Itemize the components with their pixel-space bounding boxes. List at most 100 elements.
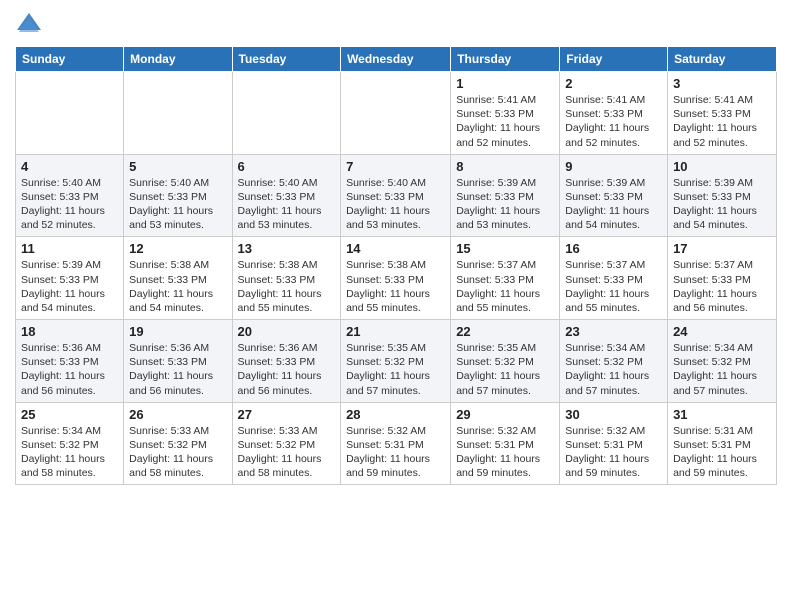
day-info: Sunrise: 5:38 AM Sunset: 5:33 PM Dayligh…: [238, 258, 336, 315]
day-number: 19: [129, 324, 226, 339]
day-info: Sunrise: 5:34 AM Sunset: 5:32 PM Dayligh…: [565, 341, 662, 398]
day-info: Sunrise: 5:35 AM Sunset: 5:32 PM Dayligh…: [346, 341, 445, 398]
day-number: 16: [565, 241, 662, 256]
day-number: 11: [21, 241, 118, 256]
day-number: 23: [565, 324, 662, 339]
day-info: Sunrise: 5:36 AM Sunset: 5:33 PM Dayligh…: [21, 341, 118, 398]
day-number: 15: [456, 241, 554, 256]
calendar-cell: 2 Sunrise: 5:41 AM Sunset: 5:33 PM Daylig…: [560, 72, 668, 155]
calendar-week-row-4: 18 Sunrise: 5:36 AM Sunset: 5:33 PM Dayli…: [16, 320, 777, 403]
calendar-week-row-3: 11Sunrise: 5:39 AM Sunset: 5:33 PM Dayli…: [16, 237, 777, 320]
day-number: 9: [565, 159, 662, 174]
day-info: Sunrise: 5:41 AM Sunset: 5:33 PM Dayligh…: [565, 93, 662, 150]
calendar-cell: [341, 72, 451, 155]
day-info: Sunrise: 5:33 AM Sunset: 5:32 PM Dayligh…: [238, 424, 336, 481]
day-info: Sunrise: 5:33 AM Sunset: 5:32 PM Dayligh…: [129, 424, 226, 481]
day-info: Sunrise: 5:38 AM Sunset: 5:33 PM Dayligh…: [346, 258, 445, 315]
day-info: Sunrise: 5:40 AM Sunset: 5:33 PM Dayligh…: [129, 176, 226, 233]
day-info: Sunrise: 5:32 AM Sunset: 5:31 PM Dayligh…: [346, 424, 445, 481]
calendar-cell: [232, 72, 341, 155]
day-number: 20: [238, 324, 336, 339]
day-number: 3: [673, 76, 771, 91]
day-number: 21: [346, 324, 445, 339]
calendar-table: SundayMondayTuesdayWednesdayThursdayFrid…: [15, 46, 777, 485]
page-container: SundayMondayTuesdayWednesdayThursdayFrid…: [0, 0, 792, 495]
day-number: 6: [238, 159, 336, 174]
calendar-cell: 5Sunrise: 5:40 AM Sunset: 5:33 PM Daylig…: [124, 154, 232, 237]
weekday-header-friday: Friday: [560, 47, 668, 72]
calendar-cell: 31 Sunrise: 5:31 AM Sunset: 5:31 PM Dayli…: [668, 402, 777, 485]
calendar-cell: 28 Sunrise: 5:32 AM Sunset: 5:31 PM Dayli…: [341, 402, 451, 485]
weekday-header-thursday: Thursday: [451, 47, 560, 72]
day-info: Sunrise: 5:39 AM Sunset: 5:33 PM Dayligh…: [565, 176, 662, 233]
calendar-cell: 17 Sunrise: 5:37 AM Sunset: 5:33 PM Dayli…: [668, 237, 777, 320]
day-number: 27: [238, 407, 336, 422]
day-info: Sunrise: 5:36 AM Sunset: 5:33 PM Dayligh…: [129, 341, 226, 398]
weekday-header-monday: Monday: [124, 47, 232, 72]
calendar-week-row-5: 25 Sunrise: 5:34 AM Sunset: 5:32 PM Dayli…: [16, 402, 777, 485]
logo: [15, 10, 47, 38]
day-info: Sunrise: 5:34 AM Sunset: 5:32 PM Dayligh…: [673, 341, 771, 398]
weekday-header-saturday: Saturday: [668, 47, 777, 72]
calendar-cell: 23 Sunrise: 5:34 AM Sunset: 5:32 PM Dayli…: [560, 320, 668, 403]
day-info: Sunrise: 5:37 AM Sunset: 5:33 PM Dayligh…: [565, 258, 662, 315]
calendar-cell: [124, 72, 232, 155]
day-info: Sunrise: 5:32 AM Sunset: 5:31 PM Dayligh…: [456, 424, 554, 481]
weekday-header-tuesday: Tuesday: [232, 47, 341, 72]
calendar-week-row-2: 4 Sunrise: 5:40 AM Sunset: 5:33 PM Daylig…: [16, 154, 777, 237]
calendar-cell: 20 Sunrise: 5:36 AM Sunset: 5:33 PM Dayli…: [232, 320, 341, 403]
calendar-cell: 15 Sunrise: 5:37 AM Sunset: 5:33 PM Dayli…: [451, 237, 560, 320]
day-number: 18: [21, 324, 118, 339]
day-number: 17: [673, 241, 771, 256]
day-number: 25: [21, 407, 118, 422]
day-number: 7: [346, 159, 445, 174]
day-info: Sunrise: 5:37 AM Sunset: 5:33 PM Dayligh…: [456, 258, 554, 315]
day-number: 24: [673, 324, 771, 339]
weekday-header-sunday: Sunday: [16, 47, 124, 72]
day-number: 8: [456, 159, 554, 174]
day-number: 13: [238, 241, 336, 256]
day-number: 30: [565, 407, 662, 422]
day-number: 14: [346, 241, 445, 256]
calendar-cell: 30 Sunrise: 5:32 AM Sunset: 5:31 PM Dayli…: [560, 402, 668, 485]
logo-icon: [15, 10, 43, 38]
day-number: 28: [346, 407, 445, 422]
day-info: Sunrise: 5:37 AM Sunset: 5:33 PM Dayligh…: [673, 258, 771, 315]
day-number: 31: [673, 407, 771, 422]
calendar-cell: 1 Sunrise: 5:41 AM Sunset: 5:33 PM Daylig…: [451, 72, 560, 155]
day-info: Sunrise: 5:36 AM Sunset: 5:33 PM Dayligh…: [238, 341, 336, 398]
calendar-cell: 7Sunrise: 5:40 AM Sunset: 5:33 PM Daylig…: [341, 154, 451, 237]
calendar-cell: 22 Sunrise: 5:35 AM Sunset: 5:32 PM Dayli…: [451, 320, 560, 403]
calendar-cell: 18 Sunrise: 5:36 AM Sunset: 5:33 PM Dayli…: [16, 320, 124, 403]
day-info: Sunrise: 5:38 AM Sunset: 5:33 PM Dayligh…: [129, 258, 226, 315]
day-info: Sunrise: 5:35 AM Sunset: 5:32 PM Dayligh…: [456, 341, 554, 398]
day-info: Sunrise: 5:40 AM Sunset: 5:33 PM Dayligh…: [21, 176, 118, 233]
weekday-header-row: SundayMondayTuesdayWednesdayThursdayFrid…: [16, 47, 777, 72]
header: [15, 10, 777, 38]
day-number: 10: [673, 159, 771, 174]
day-info: Sunrise: 5:31 AM Sunset: 5:31 PM Dayligh…: [673, 424, 771, 481]
calendar-cell: 4 Sunrise: 5:40 AM Sunset: 5:33 PM Daylig…: [16, 154, 124, 237]
day-info: Sunrise: 5:34 AM Sunset: 5:32 PM Dayligh…: [21, 424, 118, 481]
day-info: Sunrise: 5:32 AM Sunset: 5:31 PM Dayligh…: [565, 424, 662, 481]
day-number: 26: [129, 407, 226, 422]
day-info: Sunrise: 5:39 AM Sunset: 5:33 PM Dayligh…: [456, 176, 554, 233]
calendar-cell: 27 Sunrise: 5:33 AM Sunset: 5:32 PM Dayli…: [232, 402, 341, 485]
calendar-cell: 21 Sunrise: 5:35 AM Sunset: 5:32 PM Dayli…: [341, 320, 451, 403]
calendar-cell: 12 Sunrise: 5:38 AM Sunset: 5:33 PM Dayli…: [124, 237, 232, 320]
calendar-cell: 8 Sunrise: 5:39 AM Sunset: 5:33 PM Daylig…: [451, 154, 560, 237]
calendar-cell: 3Sunrise: 5:41 AM Sunset: 5:33 PM Daylig…: [668, 72, 777, 155]
calendar-cell: 26 Sunrise: 5:33 AM Sunset: 5:32 PM Dayli…: [124, 402, 232, 485]
calendar-cell: 10 Sunrise: 5:39 AM Sunset: 5:33 PM Dayli…: [668, 154, 777, 237]
day-number: 2: [565, 76, 662, 91]
day-number: 1: [456, 76, 554, 91]
calendar-cell: 25 Sunrise: 5:34 AM Sunset: 5:32 PM Dayli…: [16, 402, 124, 485]
day-info: Sunrise: 5:40 AM Sunset: 5:33 PM Dayligh…: [238, 176, 336, 233]
day-number: 4: [21, 159, 118, 174]
calendar-cell: 29Sunrise: 5:32 AM Sunset: 5:31 PM Dayli…: [451, 402, 560, 485]
calendar-cell: 11Sunrise: 5:39 AM Sunset: 5:33 PM Dayli…: [16, 237, 124, 320]
day-number: 22: [456, 324, 554, 339]
day-number: 12: [129, 241, 226, 256]
day-info: Sunrise: 5:39 AM Sunset: 5:33 PM Dayligh…: [673, 176, 771, 233]
day-info: Sunrise: 5:41 AM Sunset: 5:33 PM Dayligh…: [456, 93, 554, 150]
